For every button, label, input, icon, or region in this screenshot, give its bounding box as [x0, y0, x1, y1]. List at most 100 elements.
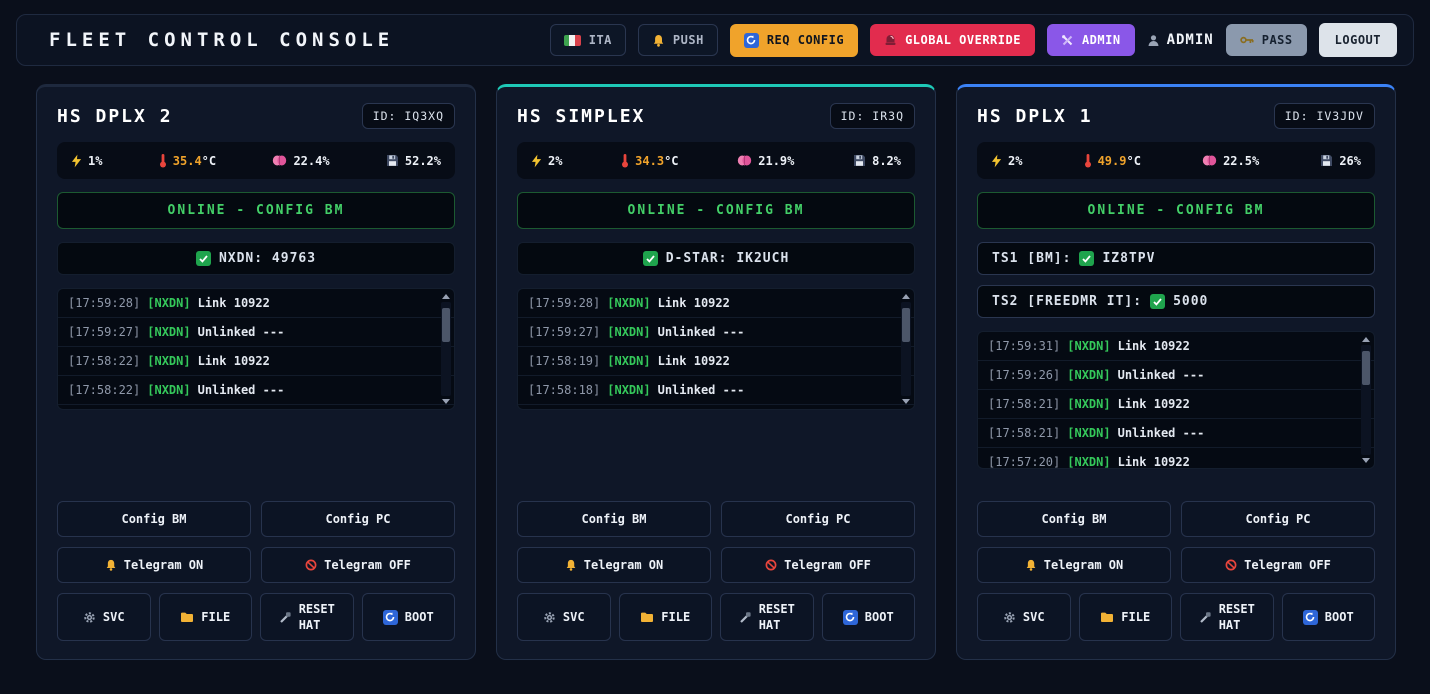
- log-time: [17:59:28]: [528, 296, 600, 310]
- scroll-track[interactable]: [901, 302, 911, 396]
- config-bm-button[interactable]: Config BM: [517, 501, 711, 537]
- scroll-up-arrow-icon[interactable]: [902, 294, 910, 299]
- log-message: Link 10922: [1118, 339, 1190, 353]
- log-message: Link 10922: [1118, 397, 1190, 411]
- boot-refresh-icon: [1303, 610, 1318, 625]
- req-config-label: REQ CONFIG: [767, 33, 844, 47]
- refresh-icon: [744, 33, 759, 48]
- disk-value: 52.2%: [405, 154, 441, 168]
- event-log: [17:59:28] [NXDN] Link 10922 [17:59:27] …: [517, 288, 915, 410]
- boot-button[interactable]: BOOT: [1282, 593, 1376, 641]
- file-button[interactable]: FILE: [619, 593, 713, 641]
- log-scrollbar[interactable]: [1360, 334, 1372, 466]
- ts2-indicator: TS2 [FREEDMR IT]: 5000: [977, 285, 1375, 318]
- log-message: Unlinked ---: [198, 383, 285, 397]
- telegram-off-button[interactable]: Telegram OFF: [1181, 547, 1375, 583]
- scroll-thumb[interactable]: [442, 308, 450, 342]
- svc-button[interactable]: SVC: [517, 593, 611, 641]
- card-actions: Config BM Config PC Telegram ON Telegram…: [57, 489, 455, 641]
- file-button[interactable]: FILE: [159, 593, 253, 641]
- req-config-button[interactable]: REQ CONFIG: [730, 24, 858, 57]
- boot-button[interactable]: BOOT: [362, 593, 456, 641]
- scroll-down-arrow-icon[interactable]: [902, 399, 910, 404]
- boot-button[interactable]: BOOT: [822, 593, 916, 641]
- log-time: [17:59:28]: [68, 296, 140, 310]
- log-tag: [NXDN]: [607, 354, 650, 368]
- push-label: PUSH: [673, 33, 704, 47]
- svc-button[interactable]: SVC: [977, 593, 1071, 641]
- ts2-value: 5000: [1173, 294, 1208, 309]
- svc-label: SVC: [563, 610, 585, 624]
- log-tag: [NXDN]: [1067, 397, 1110, 411]
- telegram-on-button[interactable]: Telegram ON: [517, 547, 711, 583]
- log-time: [17:58:22]: [68, 354, 140, 368]
- config-bm-button[interactable]: Config BM: [57, 501, 251, 537]
- check-icon: [196, 251, 211, 266]
- scroll-thumb[interactable]: [902, 308, 910, 342]
- scroll-up-arrow-icon[interactable]: [442, 294, 450, 299]
- scroll-track[interactable]: [1361, 345, 1371, 455]
- config-bm-button[interactable]: Config BM: [977, 501, 1171, 537]
- config-bm-label: Config BM: [1041, 512, 1106, 526]
- temp-unit: °C: [1126, 154, 1140, 168]
- ts1-label: TS1 [BM]:: [992, 251, 1071, 266]
- push-button[interactable]: PUSH: [638, 24, 718, 56]
- stat-load: 2%: [991, 154, 1022, 168]
- scroll-down-arrow-icon[interactable]: [442, 399, 450, 404]
- bell-icon: [105, 559, 117, 571]
- card-actions: Config BM Config PC Telegram ON Telegram…: [977, 489, 1375, 641]
- device-status: ONLINE - CONFIG BM: [977, 192, 1375, 229]
- logout-label: LOGOUT: [1335, 33, 1381, 47]
- page-title: FLEET CONTROL CONSOLE: [49, 29, 394, 51]
- device-id-badge: ID: IQ3XQ: [362, 103, 455, 129]
- device-card-hs-dplx-2: HS DPLX 2 ID: IQ3XQ 1% 35.4°C 22.4% 52.2…: [36, 84, 476, 660]
- thermometer-icon: [621, 153, 629, 168]
- config-pc-button[interactable]: Config PC: [261, 501, 455, 537]
- log-scrollbar[interactable]: [440, 291, 452, 407]
- memory-icon: [1202, 154, 1217, 167]
- temp-value: 34.3: [635, 154, 664, 168]
- global-override-button[interactable]: GLOBAL OVERRIDE: [870, 24, 1035, 56]
- config-pc-label: Config PC: [1245, 512, 1310, 526]
- admin-panel-label: ADMIN: [1082, 33, 1121, 47]
- log-message: Unlinked ---: [1118, 368, 1205, 382]
- log-tag: [NXDN]: [1067, 426, 1110, 440]
- reset-hat-button[interactable]: RESET HAT: [260, 593, 354, 641]
- telegram-on-button[interactable]: Telegram ON: [57, 547, 251, 583]
- svc-label: SVC: [103, 610, 125, 624]
- telegram-off-button[interactable]: Telegram OFF: [721, 547, 915, 583]
- thermometer-icon: [159, 153, 167, 168]
- logout-button[interactable]: LOGOUT: [1319, 23, 1397, 57]
- user-chip: ADMIN: [1147, 32, 1214, 48]
- config-pc-button[interactable]: Config PC: [721, 501, 915, 537]
- scroll-down-arrow-icon[interactable]: [1362, 458, 1370, 463]
- file-button[interactable]: FILE: [1079, 593, 1173, 641]
- config-pc-button[interactable]: Config PC: [1181, 501, 1375, 537]
- log-scrollbar[interactable]: [900, 291, 912, 407]
- log-row: [17:57:22] [NXDN] Link 10922: [58, 405, 454, 410]
- scroll-thumb[interactable]: [1362, 351, 1370, 385]
- telegram-off-button[interactable]: Telegram OFF: [261, 547, 455, 583]
- scroll-up-arrow-icon[interactable]: [1362, 337, 1370, 342]
- log-time: [17:58:18]: [528, 383, 600, 397]
- folder-icon: [640, 611, 654, 623]
- file-label: FILE: [661, 610, 690, 624]
- log-tag: [NXDN]: [607, 383, 650, 397]
- language-button[interactable]: ITA: [550, 24, 626, 56]
- block-icon: [765, 559, 777, 571]
- device-grid: HS DPLX 2 ID: IQ3XQ 1% 35.4°C 22.4% 52.2…: [36, 84, 1396, 660]
- log-time: [17:58:21]: [988, 426, 1060, 440]
- pass-button[interactable]: PASS: [1226, 24, 1307, 56]
- stat-load: 1%: [71, 154, 102, 168]
- scroll-track[interactable]: [441, 302, 451, 396]
- ts1-indicator: TS1 [BM]: IZ8TPV: [977, 242, 1375, 275]
- telegram-on-button[interactable]: Telegram ON: [977, 547, 1171, 583]
- svc-button[interactable]: SVC: [57, 593, 151, 641]
- log-row: [17:58:19] [NXDN] Link 10922: [518, 347, 914, 376]
- boot-refresh-icon: [383, 610, 398, 625]
- card-header: HS DPLX 1 ID: IV3JDV: [977, 103, 1375, 129]
- reset-hat-button[interactable]: RESET HAT: [1180, 593, 1274, 641]
- disk-value: 8.2%: [872, 154, 901, 168]
- reset-hat-button[interactable]: RESET HAT: [720, 593, 814, 641]
- admin-panel-button[interactable]: ADMIN: [1047, 24, 1135, 56]
